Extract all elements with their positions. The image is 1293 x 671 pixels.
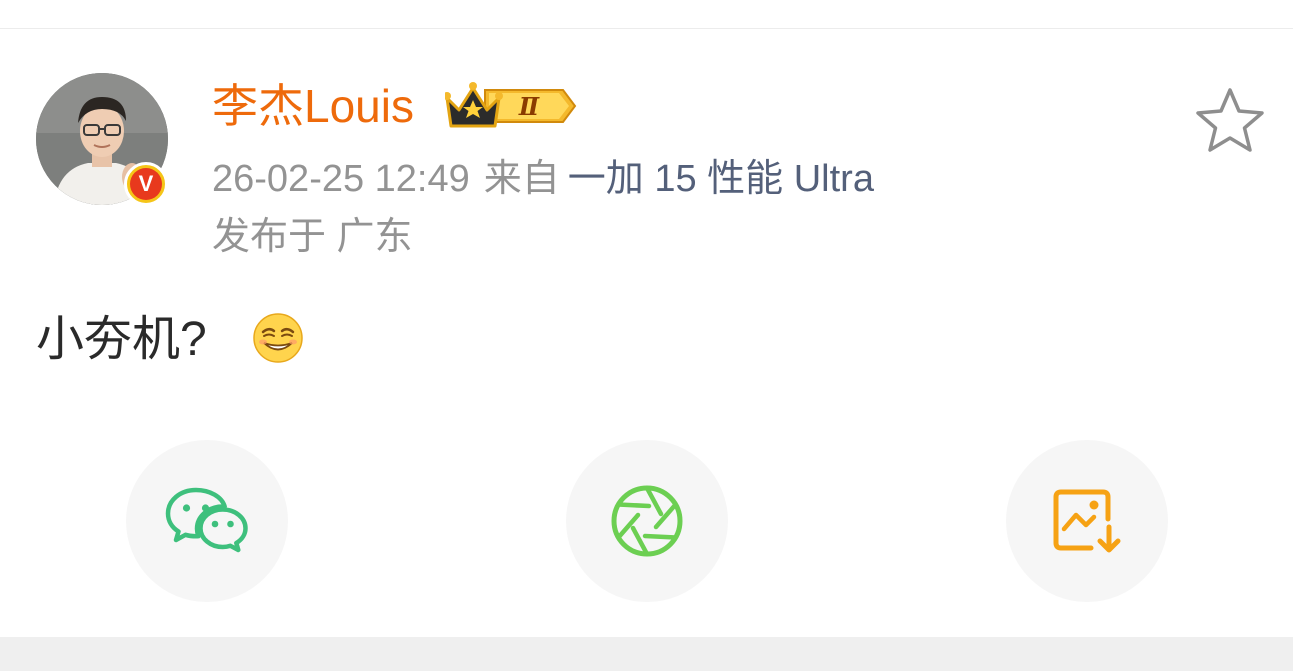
verified-badge: V <box>124 162 168 206</box>
from-label: 来自 <box>483 158 560 200</box>
author-name[interactable]: 李杰Louis <box>212 78 414 134</box>
top-divider <box>0 28 1293 29</box>
bottom-bar <box>0 637 1293 671</box>
save-image-button[interactable] <box>1006 440 1168 602</box>
post-content: 小夯机? <box>36 313 207 366</box>
verified-badge-letter: V <box>130 168 162 200</box>
post-share-card: V 李杰Louis Ⅱ 26-02-25 12:49 来自 一加 15 性能 Ult… <box>0 0 1293 671</box>
wechat-icon <box>165 487 248 553</box>
post-meta: 26-02-25 12:49 来自 一加 15 性能 Ultra <box>212 154 874 204</box>
smirk-emoji <box>253 313 303 363</box>
post-location: 发布于 广东 <box>212 216 413 258</box>
star-outline-icon[interactable] <box>1194 86 1266 154</box>
share-moments-button[interactable] <box>566 440 728 602</box>
device-link[interactable]: 一加 15 性能 Ultra <box>568 158 874 200</box>
vip-level: Ⅱ <box>518 92 540 121</box>
vip-crown-badge[interactable]: Ⅱ <box>445 80 577 132</box>
share-wechat-button[interactable] <box>126 440 288 602</box>
save-image-icon <box>1053 489 1121 553</box>
moments-icon <box>611 485 683 557</box>
post-timestamp: 26-02-25 12:49 <box>212 158 470 200</box>
